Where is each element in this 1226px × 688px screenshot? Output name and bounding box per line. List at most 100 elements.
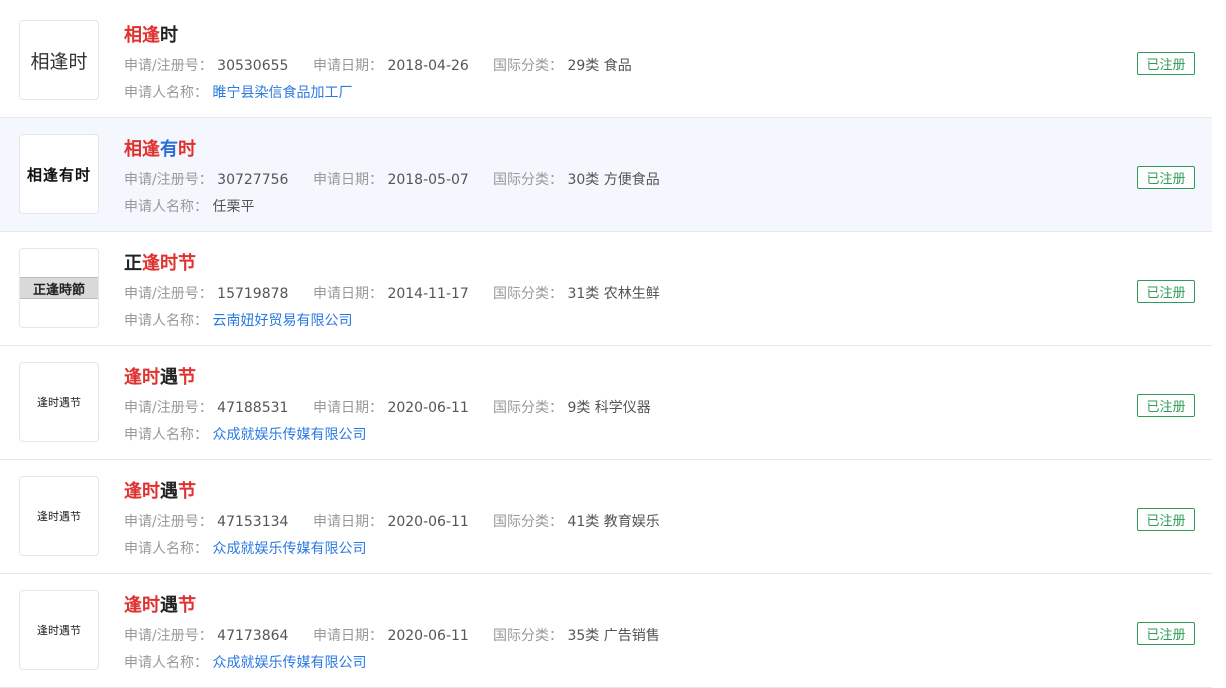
reg-no-label: 申请/注册号： <box>124 400 213 416</box>
class-label: 国际分类： <box>493 286 563 302</box>
trademark-item[interactable]: 相逢时 相逢时 申请/注册号： 30530655 申请日期： 2018-04-2… <box>0 4 1212 118</box>
trademark-name[interactable]: 相逢有时 <box>124 138 196 162</box>
applicant-link[interactable]: 众成就娱乐传媒有限公司 <box>212 541 366 557</box>
logo-text: 逢时遇节 <box>37 624 81 637</box>
applicant-link[interactable]: 众成就娱乐传媒有限公司 <box>212 427 366 443</box>
applicant-name: 任栗平 <box>212 199 255 215</box>
applicant-label: 申请人名称： <box>124 655 208 671</box>
title-part: 节 <box>178 481 196 502</box>
title-part: 节 <box>178 595 196 616</box>
applicant-link[interactable]: 云南妞好贸易有限公司 <box>212 313 352 329</box>
date-label: 申请日期： <box>313 286 383 302</box>
trademark-name[interactable]: 相逢时 <box>124 24 178 48</box>
class-value: 41类 教育娱乐 <box>567 514 660 530</box>
scrollbar-track[interactable] <box>1212 0 1226 660</box>
date-value: 2020-06-11 <box>387 514 469 530</box>
class-label: 国际分类： <box>493 400 563 416</box>
status-badge[interactable]: 已注册 <box>1137 622 1195 645</box>
applicant-row: 申请人名称： 任栗平 <box>124 197 254 217</box>
status-badge[interactable]: 已注册 <box>1137 166 1195 189</box>
applicant-link[interactable]: 众成就娱乐传媒有限公司 <box>212 655 366 671</box>
class-value: 31类 农林生鲜 <box>567 286 660 302</box>
reg-no-label: 申请/注册号： <box>124 286 213 302</box>
title-part: 时 <box>160 25 178 46</box>
date-label: 申请日期： <box>313 514 383 530</box>
title-part: 遇 <box>160 481 178 502</box>
reg-no-value: 47188531 <box>217 400 289 416</box>
date-label: 申请日期： <box>313 628 383 644</box>
date-label: 申请日期： <box>313 58 383 74</box>
class-value: 9类 科学仪器 <box>567 400 651 416</box>
status-badge[interactable]: 已注册 <box>1137 394 1195 417</box>
reg-no-label: 申请/注册号： <box>124 514 213 530</box>
reg-no-label: 申请/注册号： <box>124 58 213 74</box>
title-part: 逢时 <box>124 481 160 502</box>
reg-no-value: 15719878 <box>217 286 289 302</box>
reg-no-value: 47173864 <box>217 628 289 644</box>
trademark-item[interactable]: 逢时遇节 逢时遇节 申请/注册号： 47173864 申请日期： 2020-06… <box>0 574 1212 688</box>
date-label: 申请日期： <box>313 400 383 416</box>
class-label: 国际分类： <box>493 514 563 530</box>
applicant-row: 申请人名称： 睢宁县染信食品加工厂 <box>124 83 352 103</box>
reg-no-value: 30530655 <box>217 58 289 74</box>
trademark-name[interactable]: 逢时遇节 <box>124 366 196 390</box>
date-label: 申请日期： <box>313 172 383 188</box>
applicant-label: 申请人名称： <box>124 427 208 443</box>
class-label: 国际分类： <box>493 58 563 74</box>
trademark-result-list: 相逢时 相逢时 申请/注册号： 30530655 申请日期： 2018-04-2… <box>0 4 1212 688</box>
applicant-row: 申请人名称： 云南妞好贸易有限公司 <box>124 311 352 331</box>
title-part: 时 <box>178 139 196 160</box>
trademark-item[interactable]: 相逢有时 相逢有时 申请/注册号： 30727756 申请日期： 2018-05… <box>0 118 1212 232</box>
logo-text: 逢时遇节 <box>37 510 81 523</box>
logo-text: 正逢時節 <box>32 282 85 298</box>
title-part: 逢时 <box>124 595 160 616</box>
status-badge[interactable]: 已注册 <box>1137 508 1195 531</box>
reg-no-value: 47153134 <box>217 514 289 530</box>
title-part: 逢时 <box>124 367 160 388</box>
logo-text: 逢时遇节 <box>37 396 81 409</box>
reg-no-label: 申请/注册号： <box>124 172 213 188</box>
trademark-item[interactable]: 逢时遇节 逢时遇节 申请/注册号： 47188531 申请日期： 2020-06… <box>0 346 1212 460</box>
title-part: 节 <box>178 367 196 388</box>
logo-image-strip: 正逢時節 <box>20 277 98 299</box>
reg-no-value: 30727756 <box>217 172 289 188</box>
date-value: 2020-06-11 <box>387 400 469 416</box>
logo-text: 相逢有时 <box>26 165 91 184</box>
date-value: 2018-05-07 <box>387 172 469 188</box>
trademark-logo[interactable]: 逢时遇节 <box>19 590 99 670</box>
trademark-name[interactable]: 正逢时节 <box>124 252 196 276</box>
title-part: 相逢 <box>124 25 160 46</box>
trademark-name[interactable]: 逢时遇节 <box>124 480 196 504</box>
applicant-row: 申请人名称： 众成就娱乐传媒有限公司 <box>124 425 366 445</box>
class-label: 国际分类： <box>493 172 563 188</box>
logo-text: 相逢时 <box>30 50 88 73</box>
trademark-name[interactable]: 逢时遇节 <box>124 594 196 618</box>
trademark-logo[interactable]: 逢时遇节 <box>19 476 99 556</box>
applicant-label: 申请人名称： <box>124 199 208 215</box>
trademark-logo[interactable]: 相逢时 <box>19 20 99 100</box>
class-value: 30类 方便食品 <box>567 172 660 188</box>
trademark-item[interactable]: 逢时遇节 逢时遇节 申请/注册号： 47153134 申请日期： 2020-06… <box>0 460 1212 574</box>
date-value: 2018-04-26 <box>387 58 469 74</box>
applicant-label: 申请人名称： <box>124 313 208 329</box>
class-value: 29类 食品 <box>567 58 632 74</box>
applicant-row: 申请人名称： 众成就娱乐传媒有限公司 <box>124 539 366 559</box>
trademark-logo[interactable]: 逢时遇节 <box>19 362 99 442</box>
class-label: 国际分类： <box>493 628 563 644</box>
trademark-logo[interactable]: 正逢時節 <box>19 248 99 328</box>
status-badge[interactable]: 已注册 <box>1137 280 1195 303</box>
trademark-item[interactable]: 正逢時節 正逢时节 申请/注册号： 15719878 申请日期： 2014-11… <box>0 232 1212 346</box>
applicant-link[interactable]: 睢宁县染信食品加工厂 <box>212 85 352 101</box>
status-badge[interactable]: 已注册 <box>1137 52 1195 75</box>
reg-no-label: 申请/注册号： <box>124 628 213 644</box>
title-part: 遇 <box>160 595 178 616</box>
title-part: 遇 <box>160 367 178 388</box>
trademark-logo[interactable]: 相逢有时 <box>19 134 99 214</box>
title-part: 有 <box>160 139 178 160</box>
applicant-row: 申请人名称： 众成就娱乐传媒有限公司 <box>124 653 366 673</box>
title-part: 正 <box>124 253 142 274</box>
applicant-label: 申请人名称： <box>124 541 208 557</box>
date-value: 2020-06-11 <box>387 628 469 644</box>
applicant-label: 申请人名称： <box>124 85 208 101</box>
date-value: 2014-11-17 <box>387 286 469 302</box>
